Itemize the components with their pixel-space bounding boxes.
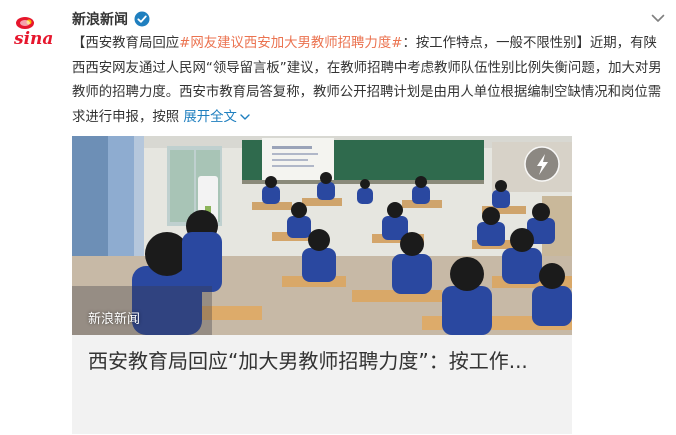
post-lead: 【西安教育局回应 [72,36,180,51]
chevron-down-icon [240,113,250,120]
chevron-down-icon[interactable] [650,10,666,26]
play-icon[interactable] [524,146,560,182]
article-card[interactable]: 新浪新闻 西安教育局回应“加大男教师招聘力度”：按工作... [72,136,572,434]
expand-link[interactable]: 展开全文 [183,110,251,125]
sina-logo-icon[interactable]: sina [12,14,62,49]
verified-badge-icon [134,11,150,27]
watermark: 新浪新闻 [88,312,141,327]
expand-label[interactable]: 展开全文 [183,110,237,125]
author-row: 新浪新闻 [72,9,150,29]
author-name[interactable]: 新浪新闻 [72,9,128,29]
hashtag-link[interactable]: #网友建议西安加大男教师招聘力度# [179,36,402,51]
logo-text: sina [13,29,53,48]
post-text: 【西安教育局回应#网友建议西安加大男教师招聘力度#：按工作特点，一般不限性别】近… [72,32,668,130]
article-title[interactable]: 西安教育局回应“加大男教师招聘力度”：按工作... [88,347,538,376]
article-photo[interactable]: 新浪新闻 [72,136,572,335]
